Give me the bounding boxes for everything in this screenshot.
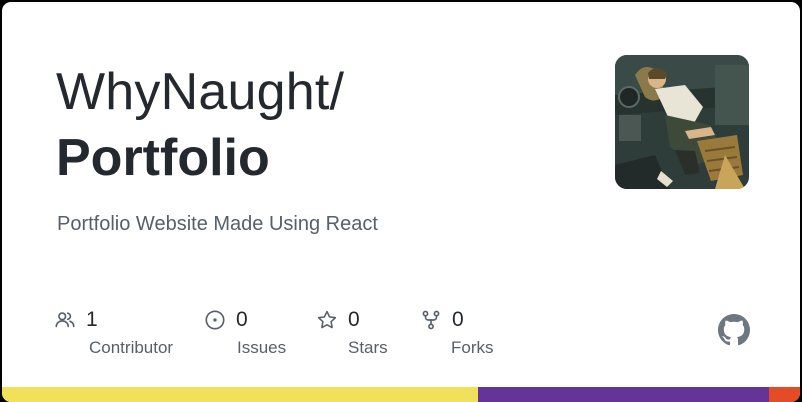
- contributors-count: 1: [86, 308, 98, 331]
- forks-count: 0: [452, 308, 464, 331]
- people-icon: [54, 309, 76, 331]
- star-icon: [316, 309, 338, 331]
- fork-icon: [420, 309, 442, 331]
- stars-label: Stars: [348, 338, 388, 357]
- stat-forks[interactable]: 0 Forks: [420, 307, 494, 367]
- forks-label: Forks: [451, 338, 494, 357]
- repo-description: Portfolio Website Made Using React: [57, 213, 378, 235]
- issue-circle-icon: [204, 309, 226, 331]
- language-segment: [2, 387, 478, 402]
- language-segment: [768, 387, 800, 402]
- github-logo-icon[interactable]: [718, 314, 750, 346]
- stars-count: 0: [348, 308, 360, 331]
- contributors-label: Contributor: [89, 338, 174, 357]
- repo-social-card: WhyNaught/ Portfolio Portfolio Website M…: [2, 2, 800, 402]
- issues-label: Issues: [237, 338, 287, 357]
- owner-avatar[interactable]: [615, 55, 749, 189]
- language-segment: [477, 387, 769, 402]
- repo-owner[interactable]: WhyNaught/: [56, 60, 344, 124]
- stat-issues[interactable]: 0 Issues: [204, 307, 286, 367]
- avatar-illustration: [615, 55, 749, 189]
- stat-contributors[interactable]: 1 Contributor: [54, 307, 173, 367]
- repo-name[interactable]: Portfolio: [56, 126, 270, 190]
- issues-count: 0: [236, 308, 248, 331]
- language-bar: [2, 387, 800, 402]
- stat-stars[interactable]: 0 Stars: [316, 307, 388, 367]
